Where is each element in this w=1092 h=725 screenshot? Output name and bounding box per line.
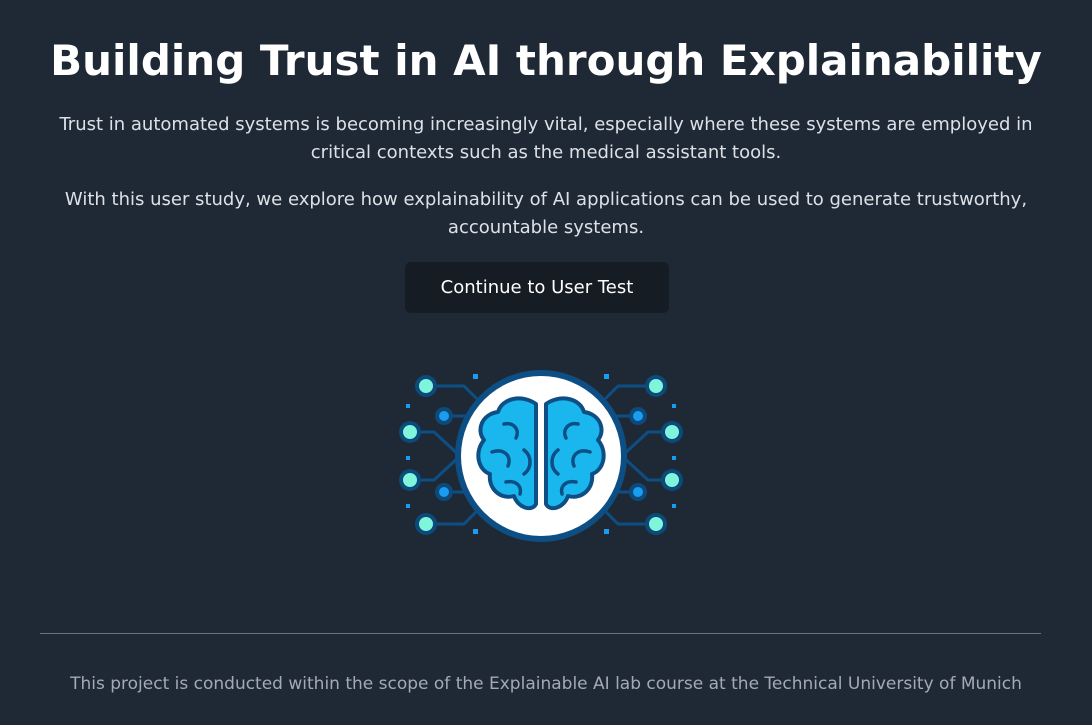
intro-paragraph: Trust in automated systems is becoming i… — [59, 114, 1033, 163]
footer-divider — [40, 633, 1041, 634]
footer-text: This project is conducted within the sco… — [70, 674, 1022, 694]
continue-to-user-test-button[interactable]: Continue to User Test — [405, 262, 669, 313]
study-paragraph: With this user study, we explore how exp… — [64, 189, 1028, 238]
page-title: Building Trust in AI through Explainabil… — [50, 36, 1042, 85]
ai-brain-circuit-icon — [399, 370, 683, 542]
landing-page: Building Trust in AI through Explainabil… — [0, 0, 1092, 725]
